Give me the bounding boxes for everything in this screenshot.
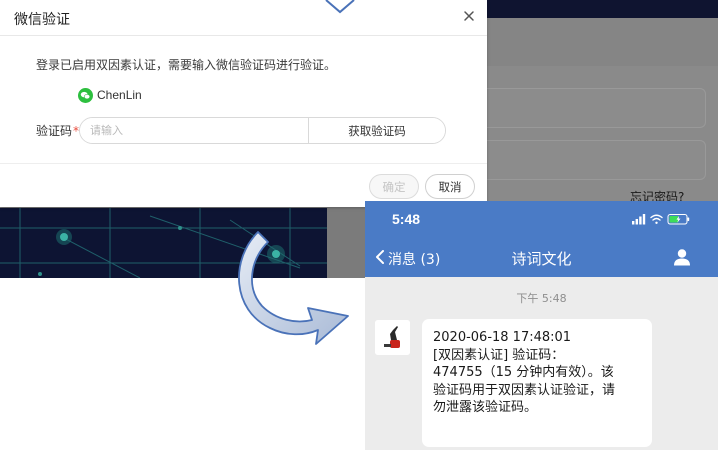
verification-code-label: 验证码* (36, 122, 79, 139)
message-timestamp: 下午 5:48 (516, 292, 567, 305)
contact-person-icon[interactable] (673, 248, 691, 266)
dialog-title: 微信验证 (14, 12, 70, 28)
wechat-verification-dialog: 微信验证 登录已启用双因素认证，需要输入微信验证码进行验证。 ChenLin 验… (0, 0, 487, 207)
verification-code-input-group: 获取验证码 (79, 117, 446, 144)
wechat-account-name: ChenLin (97, 88, 142, 102)
background-password-field (478, 140, 706, 180)
dialog-footer-divider (0, 163, 487, 164)
message-line: 验证码用于双因素认证验证，请 (433, 382, 616, 398)
battery-charging-icon (667, 214, 690, 225)
confirm-button[interactable]: 确定 (369, 174, 419, 199)
message-line: 2020-06-18 17:48:01 (433, 330, 572, 345)
background-login-header (487, 18, 718, 66)
dialog-header: 微信验证 (0, 0, 487, 36)
background-dark-strip (487, 0, 718, 18)
verification-code-label-text: 验证码 (36, 124, 73, 138)
get-code-button[interactable]: 获取验证码 (308, 118, 445, 143)
dialog-description: 登录已启用双因素认证，需要输入微信验证码进行验证。 (36, 58, 337, 72)
cancel-button[interactable]: 取消 (425, 174, 475, 199)
wifi-icon (650, 214, 663, 224)
message-line: 474755（15 分钟内有效）。该 (433, 365, 614, 380)
chat-title: 诗词文化 (511, 250, 572, 268)
verification-code-input[interactable] (80, 118, 308, 143)
sms-message-bubble: 2020-06-18 17:48:01 [双因素认证] 验证码： 474755（… (422, 319, 652, 447)
down-arrow-icon (325, 0, 355, 14)
screenshot-stage: 忘记密码? 微信验证 登录已启用双因素认证，需要输入微信验证码进行验证。 Che… (0, 0, 718, 450)
phone-header: 5:48 消息 (3) 诗词文化 (365, 201, 718, 277)
cellular-signal-icon (632, 214, 646, 225)
sender-avatar-image (375, 320, 410, 355)
message-line: [双因素认证] 验证码： (433, 347, 565, 363)
curved-arrow-icon (238, 231, 349, 345)
status-bar-icons (632, 214, 690, 225)
sender-avatar (375, 320, 410, 355)
wechat-account-row: ChenLin (78, 87, 142, 103)
wechat-icon (78, 87, 93, 103)
background-username-field (478, 88, 706, 128)
phone-sms-screen: 5:48 消息 (3) 诗词文化 下午 5:48 2020-06-18 17:4… (365, 201, 718, 450)
close-icon[interactable] (462, 9, 476, 23)
status-bar-time: 5:48 (392, 211, 421, 227)
message-line: 勿泄露该验证码。 (433, 400, 538, 415)
